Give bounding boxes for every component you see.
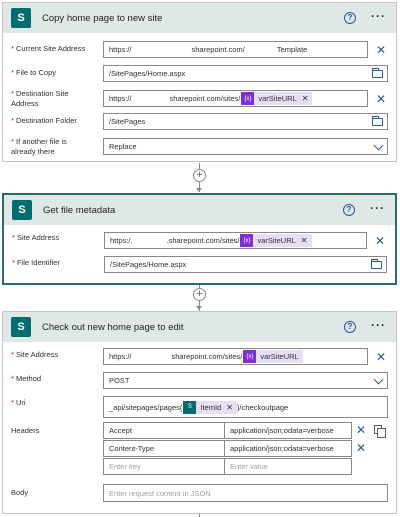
action-card-copy-file: S Copy home page to new site ? ··· * Cur…	[2, 2, 397, 162]
chevron-down-icon[interactable]	[373, 374, 384, 385]
copy-icon[interactable]	[374, 425, 386, 438]
variable-token[interactable]: {x} varSiteURL ✕	[240, 234, 312, 247]
action-card-get-metadata: S Get file metadata ? ··· * Site Address…	[2, 193, 397, 285]
site-address-input[interactable]: https://sharepoint.com/sites/ {x} varSite…	[103, 348, 368, 365]
delete-row-icon[interactable]: ✕	[356, 441, 366, 455]
header-key-input[interactable]: Enter key	[103, 458, 225, 475]
header-key-field[interactable]: Accept	[103, 422, 225, 439]
method-label: * Method	[11, 374, 42, 383]
variable-icon: {x}	[241, 92, 255, 105]
site-address-label: * Site Address	[12, 233, 60, 242]
more-options-icon[interactable]: ···	[370, 201, 385, 215]
file-to-copy-label: * File to Copy	[11, 68, 57, 77]
remove-token-icon[interactable]: ✕	[302, 94, 309, 103]
header-value-field[interactable]: application/json;odata=verbose	[224, 440, 352, 457]
body-input[interactable]: Enter request content in JSON	[103, 484, 388, 502]
variable-token[interactable]: {x} varSiteURL	[243, 350, 303, 363]
method-select[interactable]: POST	[103, 372, 388, 389]
if-file-exists-select[interactable]: Replace	[103, 138, 388, 155]
card-header[interactable]: S Copy home page to new site ? ···	[3, 3, 396, 33]
folder-icon[interactable]	[372, 68, 383, 78]
help-icon[interactable]: ?	[344, 12, 356, 24]
current-site-input[interactable]: https://sharepoint.com/Template	[103, 41, 368, 58]
variable-icon: {x}	[240, 234, 254, 247]
clear-icon[interactable]: ✕	[373, 232, 387, 249]
header-value-field[interactable]: application/json;odata=verbose	[224, 422, 352, 439]
uri-label: * Uri	[11, 398, 26, 407]
help-icon[interactable]: ?	[343, 204, 355, 216]
add-step-icon[interactable]: +	[193, 288, 206, 301]
chevron-down-icon[interactable]	[373, 140, 384, 151]
sharepoint-icon: S	[11, 8, 31, 28]
card-title: Copy home page to new site	[42, 12, 163, 24]
destination-folder-input[interactable]: /SitePages	[103, 113, 388, 130]
clear-icon[interactable]: ✕	[374, 41, 388, 58]
remove-token-icon[interactable]: ✕	[226, 403, 233, 412]
folder-icon[interactable]	[371, 259, 382, 269]
more-options-icon[interactable]: ···	[371, 9, 386, 23]
arrow-down-icon	[196, 306, 202, 310]
header-value-input[interactable]: Enter value	[224, 458, 352, 475]
current-site-label: * Current Site Address	[11, 44, 86, 53]
destination-folder-label: * Destination Folder	[11, 116, 77, 125]
card-title: Get file metadata	[43, 204, 116, 216]
variable-token[interactable]: {x} varSiteURL ✕	[241, 92, 313, 105]
clear-icon[interactable]: ✕	[374, 90, 388, 107]
folder-icon[interactable]	[372, 116, 383, 126]
sharepoint-icon: S	[11, 317, 31, 337]
add-step-icon[interactable]: +	[193, 169, 206, 182]
headers-label: Headers	[11, 426, 40, 435]
sharepoint-icon: S	[183, 400, 197, 414]
card-title: Check out new home page to edit	[42, 321, 184, 333]
card-header[interactable]: S Check out new home page to edit ? ···	[3, 312, 396, 342]
body-label: Body	[11, 488, 29, 497]
action-card-http-request: S Check out new home page to edit ? ··· …	[2, 311, 397, 514]
destination-site-label: * Destination Site Address	[11, 89, 69, 108]
site-address-input[interactable]: https:/. .sharepoint.com/sites/ {x} varSit…	[104, 232, 367, 249]
sharepoint-icon: S	[12, 200, 32, 220]
if-file-exists-label: * If another file is already there	[11, 137, 67, 156]
site-address-label: * Site Address	[11, 350, 59, 359]
clear-icon[interactable]: ✕	[374, 348, 388, 365]
card-header[interactable]: S Get file metadata ? ···	[4, 195, 395, 225]
uri-input[interactable]: _api/sitepages/pages( S ItemId ✕ )/checkou…	[103, 396, 388, 418]
delete-row-icon[interactable]: ✕	[356, 423, 366, 437]
help-icon[interactable]: ?	[344, 321, 356, 333]
header-key-field[interactable]: Content-Type	[103, 440, 225, 457]
file-identifier-label: * File Identifier	[12, 258, 60, 267]
remove-token-icon[interactable]: ✕	[301, 236, 308, 245]
destination-site-input[interactable]: https://sharepoint.com/sites/ {x} varSite…	[103, 90, 368, 107]
more-options-icon[interactable]: ···	[371, 318, 386, 332]
dynamic-content-token[interactable]: S ItemId ✕	[183, 400, 237, 414]
arrow-down-icon	[196, 188, 202, 192]
variable-icon: {x}	[243, 350, 257, 363]
file-identifier-input[interactable]: /SitePages/Home.aspx	[104, 256, 387, 273]
file-to-copy-input[interactable]: /SitePages/Home.aspx	[103, 65, 388, 82]
